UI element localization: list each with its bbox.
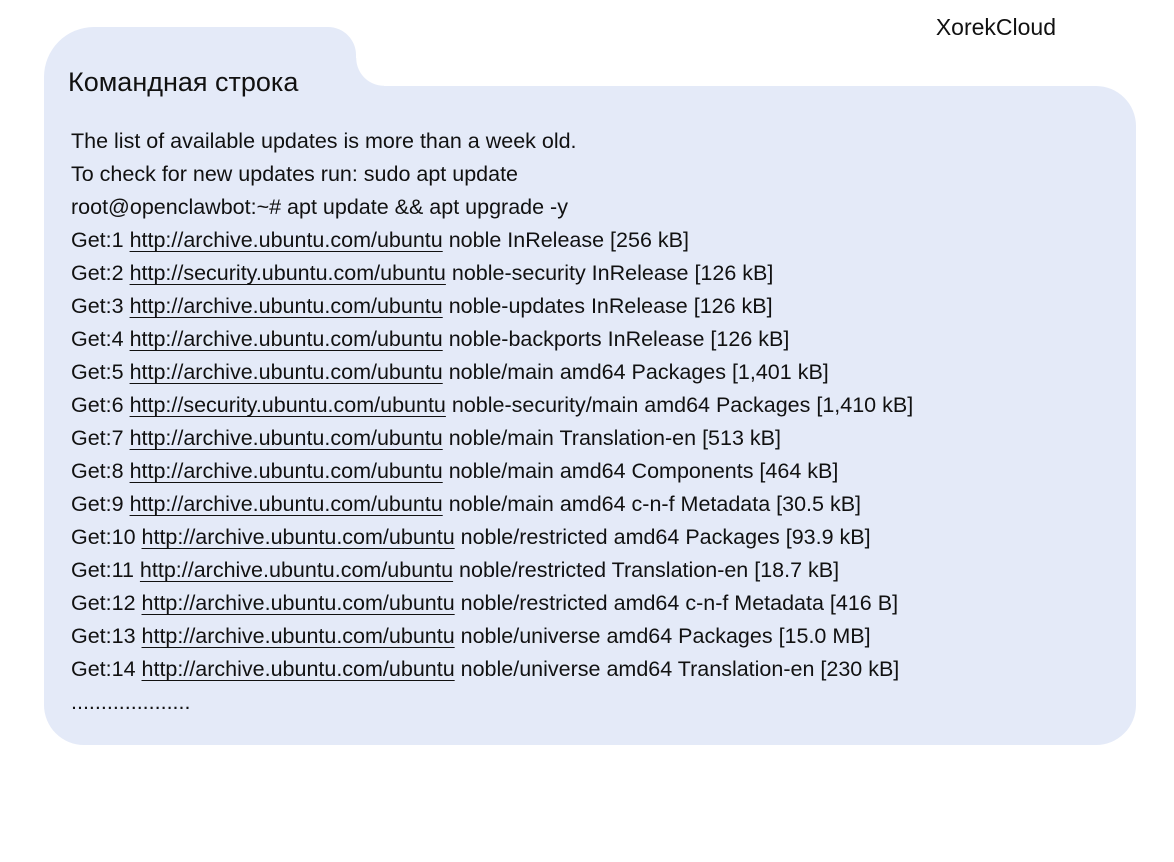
get-detail: noble/main amd64 Packages [1,401 kB] [442,360,829,384]
terminal-get-line: Get:6 http://security.ubuntu.com/ubuntu … [71,389,1121,422]
repo-link[interactable]: http://archive.ubuntu.com/ubuntu [130,459,443,483]
terminal-line: The list of available updates is more th… [71,129,577,153]
repo-link[interactable]: http://archive.ubuntu.com/ubuntu [142,591,455,615]
get-prefix: Get:9 [71,492,130,516]
get-detail: noble/universe amd64 Translation-en [230… [454,657,900,681]
get-prefix: Get:12 [71,591,142,615]
terminal-command-line: root@openclawbot:~# apt update && apt up… [71,195,568,219]
get-prefix: Get:7 [71,426,130,450]
terminal-get-line: Get:13 http://archive.ubuntu.com/ubuntu … [71,620,1121,653]
terminal-get-line: Get:7 http://archive.ubuntu.com/ubuntu n… [71,422,1121,455]
repo-link[interactable]: http://archive.ubuntu.com/ubuntu [130,294,443,318]
get-detail: noble/restricted amd64 c-n-f Metadata [4… [454,591,899,615]
get-detail: noble-security/main amd64 Packages [1,41… [445,393,914,417]
repo-link[interactable]: http://archive.ubuntu.com/ubuntu [130,426,443,450]
terminal-get-line: Get:14 http://archive.ubuntu.com/ubuntu … [71,653,1121,686]
get-prefix: Get:8 [71,459,130,483]
terminal-get-line: Get:3 http://archive.ubuntu.com/ubuntu n… [71,290,1121,323]
get-detail: noble-backports InRelease [126 kB] [442,327,790,351]
get-detail: noble InRelease [256 kB] [442,228,689,252]
repo-link[interactable]: http://security.ubuntu.com/ubuntu [130,393,446,417]
get-detail: noble/restricted amd64 Packages [93.9 kB… [454,525,871,549]
get-detail: noble/restricted Translation-en [18.7 kB… [453,558,840,582]
repo-link[interactable]: http://archive.ubuntu.com/ubuntu [130,492,443,516]
get-prefix: Get:11 [71,558,140,582]
get-detail: noble/universe amd64 Packages [15.0 MB] [454,624,871,648]
get-detail: noble-updates InRelease [126 kB] [442,294,773,318]
get-detail: noble/main amd64 Components [464 kB] [442,459,839,483]
repo-link[interactable]: http://archive.ubuntu.com/ubuntu [142,624,455,648]
brand-name: XorekCloud [935,14,1056,40]
get-prefix: Get:10 [71,525,142,549]
repo-link[interactable]: http://archive.ubuntu.com/ubuntu [130,228,443,252]
get-prefix: Get:6 [71,393,130,417]
terminal-get-line: Get:2 http://security.ubuntu.com/ubuntu … [71,257,1121,290]
terminal-line: To check for new updates run: sudo apt u… [71,162,519,186]
panel-title: Командная строка [68,67,299,97]
get-prefix: Get:4 [71,327,130,351]
repo-link[interactable]: http://archive.ubuntu.com/ubuntu [142,657,455,681]
repo-link[interactable]: http://security.ubuntu.com/ubuntu [130,261,446,285]
terminal-get-line: Get:4 http://archive.ubuntu.com/ubuntu n… [71,323,1121,356]
terminal-get-line: Get:11 http://archive.ubuntu.com/ubuntu … [71,554,1121,587]
get-detail: noble/main amd64 c-n-f Metadata [30.5 kB… [442,492,862,516]
repo-link[interactable]: http://archive.ubuntu.com/ubuntu [140,558,453,582]
repo-link[interactable]: http://archive.ubuntu.com/ubuntu [142,525,455,549]
get-prefix: Get:14 [71,657,142,681]
repo-link[interactable]: http://archive.ubuntu.com/ubuntu [130,360,443,384]
terminal-output: The list of available updates is more th… [71,125,1121,719]
repo-link[interactable]: http://archive.ubuntu.com/ubuntu [130,327,443,351]
get-detail: noble-security InRelease [126 kB] [445,261,774,285]
panel-tab-notch [356,58,384,86]
get-prefix: Get:2 [71,261,130,285]
terminal-ellipsis: .................... [71,690,191,714]
terminal-get-line: Get:12 http://archive.ubuntu.com/ubuntu … [71,587,1121,620]
get-prefix: Get:13 [71,624,142,648]
terminal-get-line: Get:5 http://archive.ubuntu.com/ubuntu n… [71,356,1121,389]
terminal-get-line: Get:9 http://archive.ubuntu.com/ubuntu n… [71,488,1121,521]
terminal-get-line: Get:1 http://archive.ubuntu.com/ubuntu n… [71,224,1121,257]
get-prefix: Get:3 [71,294,130,318]
terminal-get-line: Get:10 http://archive.ubuntu.com/ubuntu … [71,521,1121,554]
terminal-get-line: Get:8 http://archive.ubuntu.com/ubuntu n… [71,455,1121,488]
get-prefix: Get:5 [71,360,130,384]
get-prefix: Get:1 [71,228,130,252]
get-detail: noble/main Translation-en [513 kB] [442,426,781,450]
